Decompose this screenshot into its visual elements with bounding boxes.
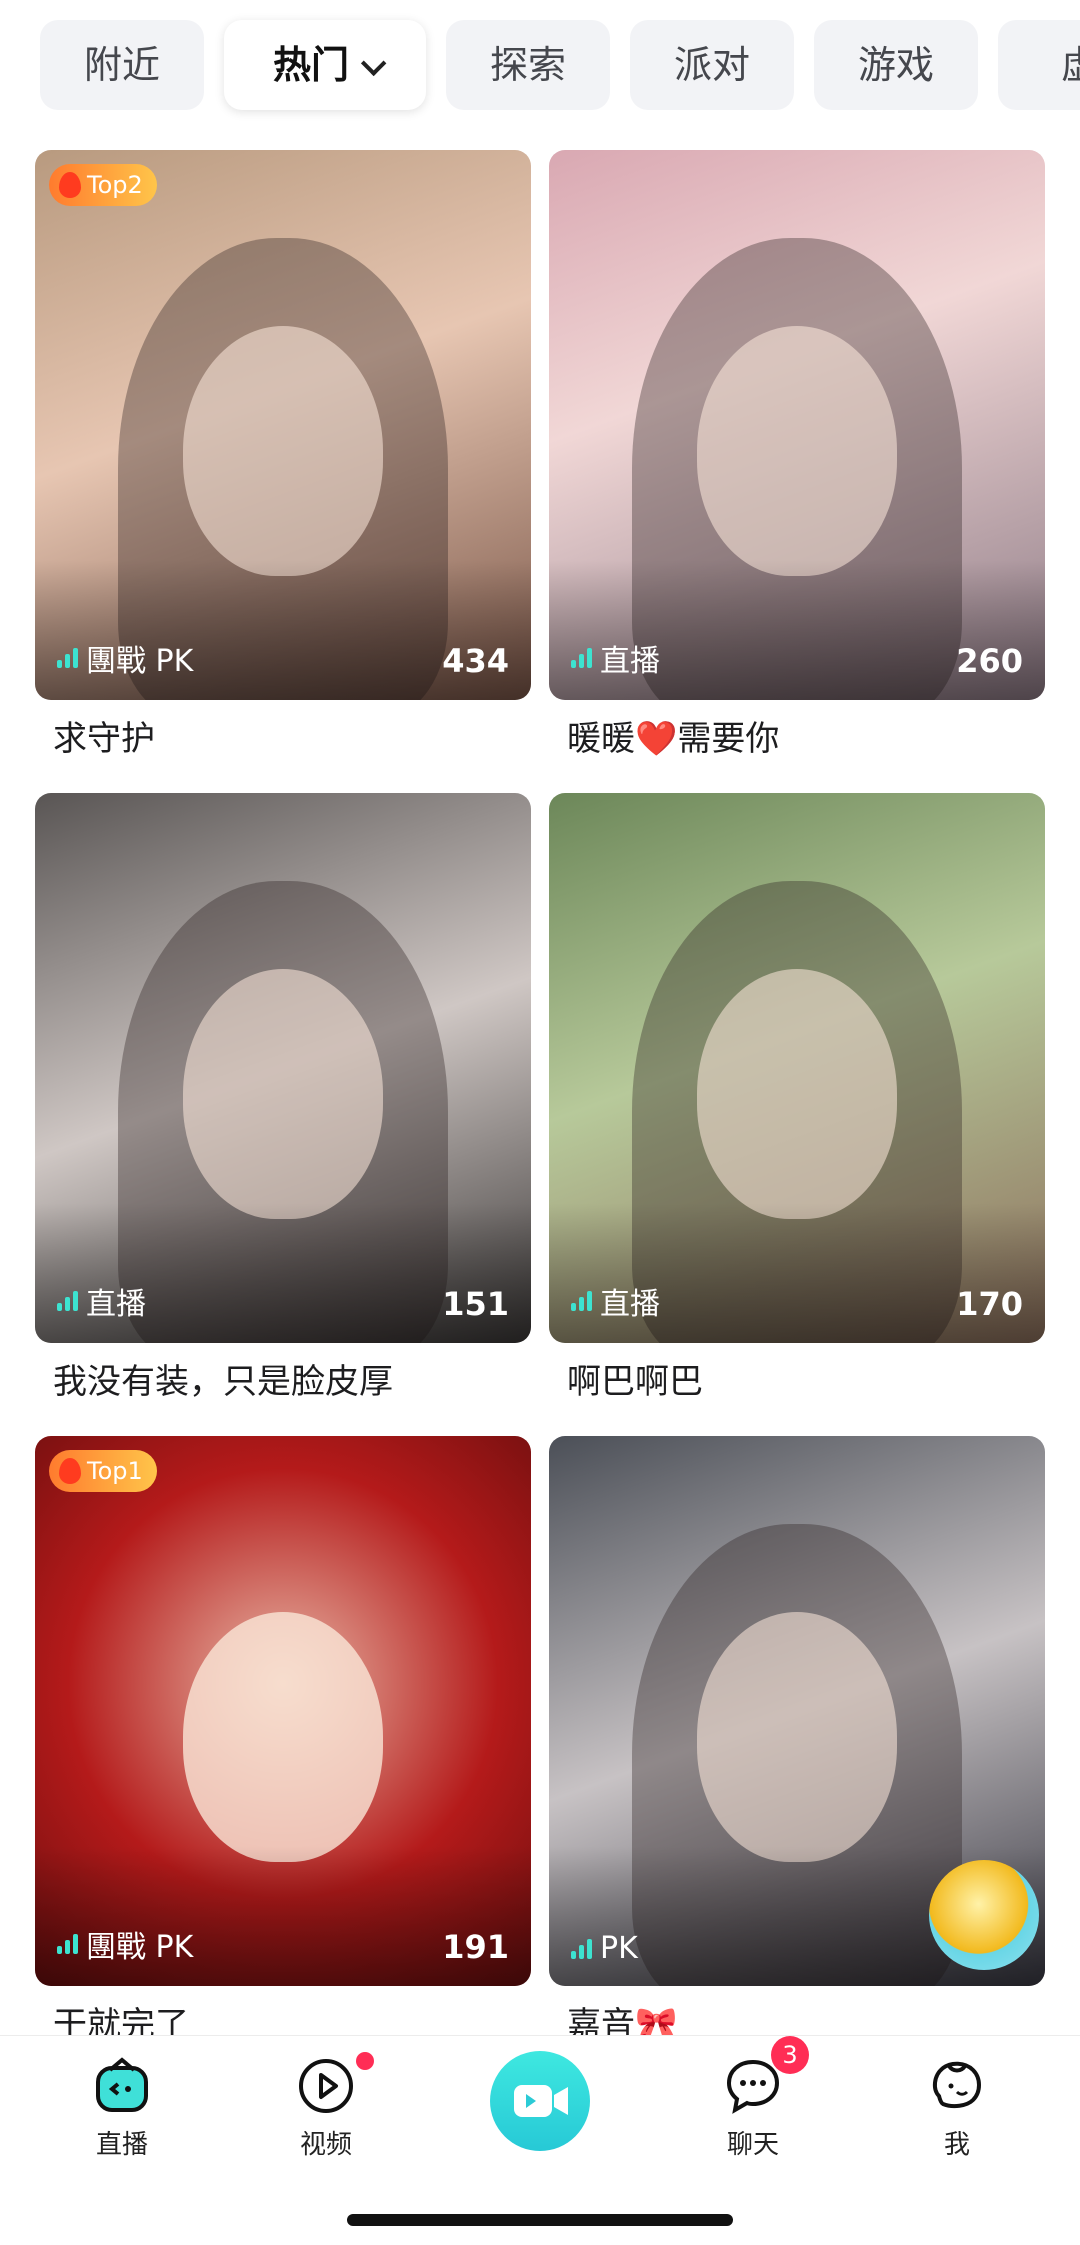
- live-tv-icon: [92, 2056, 152, 2116]
- rank-badge: Top2: [49, 164, 157, 206]
- stream-thumbnail[interactable]: PK: [549, 1436, 1045, 1986]
- nav-live[interactable]: 直播: [52, 2056, 192, 2161]
- live-card[interactable]: 直播 260 暖暖❤️需要你: [549, 150, 1045, 764]
- stream-status: 團戰 PK: [57, 636, 193, 680]
- live-bars-icon: [57, 1291, 78, 1311]
- nav-chat[interactable]: 3 聊天: [683, 2036, 823, 2161]
- nav-video[interactable]: 视频: [256, 2052, 396, 2161]
- stream-title: 求守护: [53, 719, 155, 759]
- camera-icon: [514, 2085, 568, 2117]
- play-circle-icon: [296, 2052, 374, 2116]
- nav-me[interactable]: 我: [887, 2056, 1027, 2161]
- gift-gem-icon[interactable]: [929, 1860, 1039, 1970]
- heart-emoji: ❤️: [635, 719, 678, 759]
- go-live-button[interactable]: [490, 2051, 590, 2151]
- flame-icon: [59, 172, 81, 198]
- category-tabs: 附近 热门 探索 派对 游戏 虚: [0, 0, 1080, 140]
- viewer-count: 191: [442, 1928, 509, 1966]
- stream-thumbnail[interactable]: 直播 260: [549, 150, 1045, 700]
- home-indicator: [347, 2214, 733, 2226]
- stream-title: 暖暖❤️需要你: [567, 719, 780, 759]
- tab-virtual[interactable]: 虚: [998, 20, 1080, 110]
- chat-bubble-icon: 3: [723, 2036, 809, 2116]
- stream-status: 直播: [57, 1279, 146, 1323]
- stream-title: 啊巴啊巴: [567, 1362, 703, 1402]
- viewer-count: 151: [442, 1285, 509, 1323]
- viewer-count: 260: [956, 642, 1023, 680]
- rank-badge: Top1: [49, 1450, 157, 1492]
- tab-game[interactable]: 游戏: [814, 20, 978, 110]
- tab-explore[interactable]: 探索: [446, 20, 610, 110]
- stream-status: 直播: [571, 636, 660, 680]
- unread-badge: 3: [771, 2036, 809, 2074]
- stream-thumbnail[interactable]: 直播 151: [35, 793, 531, 1343]
- chevron-down-icon: [360, 50, 387, 77]
- tab-party[interactable]: 派对: [630, 20, 794, 110]
- flame-icon: [59, 1458, 81, 1484]
- stream-status: 直播: [571, 1279, 660, 1323]
- profile-face-icon: [927, 2056, 987, 2116]
- viewer-count: 434: [442, 642, 509, 680]
- live-card[interactable]: 直播 151 我没有装，只是脸皮厚: [35, 793, 531, 1407]
- live-bars-icon: [57, 1934, 78, 1954]
- live-card[interactable]: Top2 團戰 PK 434 求守护: [35, 150, 531, 764]
- stream-thumbnail[interactable]: 直播 170: [549, 793, 1045, 1343]
- live-card[interactable]: 直播 170 啊巴啊巴: [549, 793, 1045, 1407]
- viewer-count: 170: [956, 1285, 1023, 1323]
- stream-status: PK: [571, 1931, 638, 1966]
- live-card[interactable]: PK 嘉音🎀: [549, 1436, 1045, 2050]
- stream-title: 我没有装，只是脸皮厚: [53, 1362, 393, 1402]
- notification-dot: [356, 2052, 374, 2070]
- live-bars-icon: [571, 648, 592, 668]
- stream-status: 團戰 PK: [57, 1922, 193, 1966]
- stream-thumbnail[interactable]: Top1 團戰 PK 191: [35, 1436, 531, 1986]
- live-bars-icon: [571, 1938, 592, 1959]
- tab-hot[interactable]: 热门: [224, 20, 426, 110]
- live-bars-icon: [57, 648, 78, 668]
- tab-nearby[interactable]: 附近: [40, 20, 204, 110]
- live-card[interactable]: Top1 團戰 PK 191 干就完了: [35, 1436, 531, 2050]
- live-bars-icon: [571, 1291, 592, 1311]
- stream-thumbnail[interactable]: Top2 團戰 PK 434: [35, 150, 531, 700]
